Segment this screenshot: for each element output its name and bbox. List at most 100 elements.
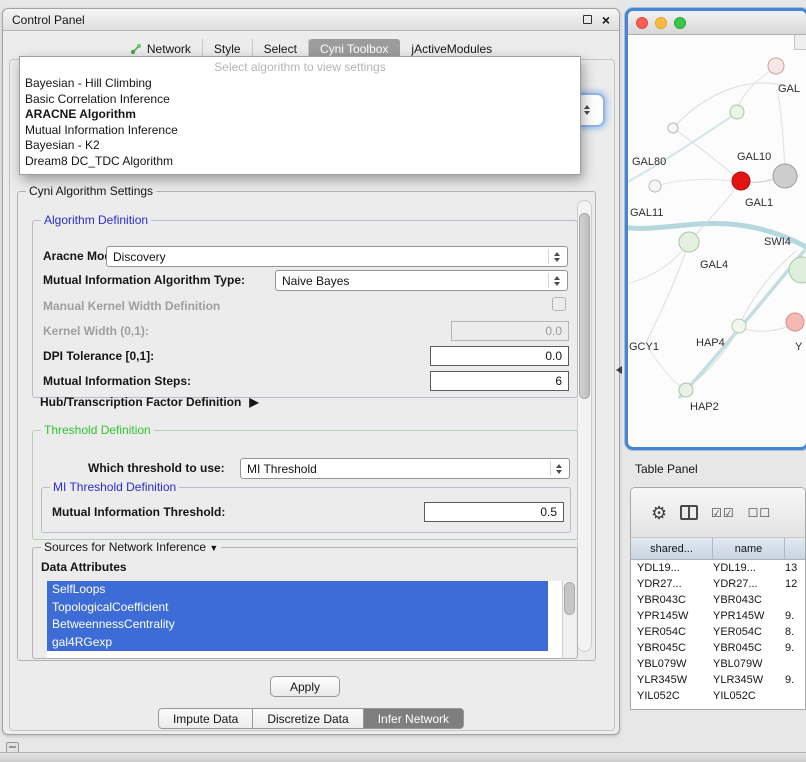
network-node[interactable]	[786, 313, 804, 331]
sources-legend[interactable]: Sources for Network Inference ▼	[41, 540, 221, 554]
dropdown-placeholder: Select algorithm to view settings	[20, 59, 580, 76]
manual-kernel-checkbox[interactable]	[552, 297, 566, 311]
table-row[interactable]: YPR145WYPR145W9.	[631, 608, 805, 624]
node-label: GAL1	[745, 197, 773, 209]
dpi-tolerance-label: DPI Tolerance [0,1]:	[43, 349, 154, 363]
network-node[interactable]	[649, 180, 661, 192]
attributes-scrollbar-thumb[interactable]	[564, 582, 575, 615]
input-value: 0.0	[545, 324, 562, 338]
algorithm-option[interactable]: Basic Correlation Inference	[20, 92, 580, 108]
table-cell: YIL052C	[631, 690, 713, 702]
network-edge	[673, 83, 788, 128]
table-row[interactable]: YLR345WYLR345W9.	[631, 672, 805, 688]
float-window-icon[interactable]	[583, 15, 592, 24]
network-view-window: GALGAL80GAL10GAL11GAL1SWI4GAL4GCY1HAP4YH…	[625, 8, 806, 450]
mi-type-combobox[interactable]: Naive Bayes	[275, 270, 568, 291]
algorithm-option[interactable]: ARACNE Algorithm	[20, 107, 580, 123]
combobox-arrows-icon	[550, 461, 567, 476]
sources-group: Sources for Network Inference ▼ Data Att…	[32, 547, 578, 659]
network-node[interactable]	[768, 58, 784, 74]
table-row[interactable]: YDL19...YDL19...13	[631, 560, 805, 576]
apply-button-label: Apply	[290, 680, 320, 694]
algorithm-option[interactable]: Dream8 DC_TDC Algorithm	[20, 154, 580, 170]
gear-icon[interactable]: ⚙	[651, 504, 667, 522]
control-panel-titlebar[interactable]: Control Panel ×	[3, 9, 619, 31]
table-cell: YLR345W	[713, 674, 785, 686]
network-node[interactable]	[732, 319, 746, 333]
settings-scrollbar[interactable]	[577, 200, 592, 652]
combobox-value: Discovery	[113, 250, 166, 264]
data-attributes-list: SelfLoopsTopologicalCoefficientBetweenne…	[47, 581, 562, 658]
kernel-width-input[interactable]: 0.0	[451, 321, 569, 341]
table-cell: YIL052C	[713, 690, 785, 702]
attribute-item[interactable]: gal4RGexp	[47, 634, 548, 652]
minimize-button[interactable]	[655, 17, 667, 29]
hub-definition-toggle[interactable]: Hub/Transcription Factor Definition ▶	[40, 395, 259, 409]
table-panel-title: Table Panel	[635, 462, 698, 476]
network-node[interactable]	[668, 123, 678, 133]
aracne-mode-combobox[interactable]: Discovery	[106, 246, 568, 267]
tab-infer-network[interactable]: Infer Network	[363, 708, 464, 729]
tab-label: Impute Data	[173, 712, 238, 726]
network-node[interactable]	[679, 232, 699, 252]
column-header-name[interactable]: name	[713, 538, 785, 559]
column-header-extra[interactable]	[785, 538, 805, 559]
table-header: shared... name	[631, 538, 805, 560]
column-header-shared-name[interactable]: shared...	[631, 538, 713, 559]
table-cell: 13	[785, 562, 805, 574]
threshold-definition-legend: Threshold Definition	[41, 423, 154, 437]
attributes-scrollbar[interactable]	[562, 581, 576, 658]
which-threshold-combobox[interactable]: MI Threshold	[240, 458, 570, 479]
node-label: SWI4	[764, 236, 791, 248]
table-cell: YER054C	[631, 626, 713, 638]
table-cell: 8.	[785, 626, 805, 638]
network-window-titlebar[interactable]	[628, 11, 806, 35]
tab-label: Style	[214, 42, 241, 56]
network-node[interactable]	[732, 172, 750, 190]
tab-impute-data[interactable]: Impute Data	[158, 708, 253, 729]
kernel-width-label: Kernel Width (0,1):	[43, 324, 149, 338]
attribute-item[interactable]: SelfLoops	[47, 581, 548, 599]
mi-steps-input[interactable]: 6	[430, 371, 569, 391]
table-cell: 9.	[785, 642, 805, 654]
network-node[interactable]	[730, 105, 744, 119]
close-icon[interactable]: ×	[602, 15, 610, 25]
combobox-arrows-icon	[548, 249, 565, 264]
network-node[interactable]	[679, 383, 693, 397]
mi-type-label: Mutual Information Algorithm Type:	[43, 273, 245, 287]
node-label: GAL80	[632, 156, 666, 168]
table-cell: YBL079W	[631, 658, 713, 670]
table-cell: YBR045C	[713, 642, 785, 654]
settings-legend: Cyni Algorithm Settings	[26, 184, 156, 198]
clear-all-checkboxes-icon[interactable]: ☐☐	[748, 506, 772, 520]
zoom-button[interactable]	[674, 17, 686, 29]
algorithm-option[interactable]: Bayesian - Hill Climbing	[20, 76, 580, 92]
attribute-item[interactable]: BetweennessCentrality	[47, 616, 548, 634]
dpi-tolerance-input[interactable]: 0.0	[430, 346, 569, 366]
tab-discretize-data[interactable]: Discretize Data	[252, 708, 363, 729]
settings-scrollbar-thumb[interactable]	[579, 213, 590, 399]
table-cell: YBR045C	[631, 642, 713, 654]
tab-label: Cyni Toolbox	[320, 42, 388, 56]
attribute-item[interactable]: TopologicalCoefficient	[47, 599, 548, 617]
split-pane-collapse-icon[interactable]	[616, 366, 622, 374]
mi-threshold-input[interactable]: 0.5	[424, 502, 564, 522]
table-row[interactable]: YDR27...YDR27...12	[631, 576, 805, 592]
threshold-definition-group: Threshold Definition Which threshold to …	[32, 430, 578, 540]
table-row[interactable]: YIL052CYIL052C	[631, 688, 805, 704]
table-row[interactable]: YBR045CYBR045C9.	[631, 640, 805, 656]
network-node[interactable]	[773, 164, 797, 188]
algorithm-definition-legend: Algorithm Definition	[41, 213, 151, 227]
columns-icon[interactable]	[680, 505, 698, 520]
apply-button[interactable]: Apply	[270, 676, 340, 697]
network-graph[interactable]: GALGAL80GAL10GAL11GAL1SWI4GAL4GCY1HAP4YH…	[628, 35, 806, 447]
manual-kernel-label: Manual Kernel Width Definition	[43, 299, 220, 313]
table-row[interactable]: YER054CYER054C8.	[631, 624, 805, 640]
table-row[interactable]: YBL079WYBL079W	[631, 656, 805, 672]
select-all-checkboxes-icon[interactable]: ☑☑	[711, 506, 735, 520]
network-node[interactable]	[789, 257, 806, 283]
close-button[interactable]	[636, 17, 648, 29]
algorithm-option[interactable]: Bayesian - K2	[20, 138, 580, 154]
algorithm-option[interactable]: Mutual Information Inference	[20, 123, 580, 139]
table-row[interactable]: YBR043CYBR043C	[631, 592, 805, 608]
